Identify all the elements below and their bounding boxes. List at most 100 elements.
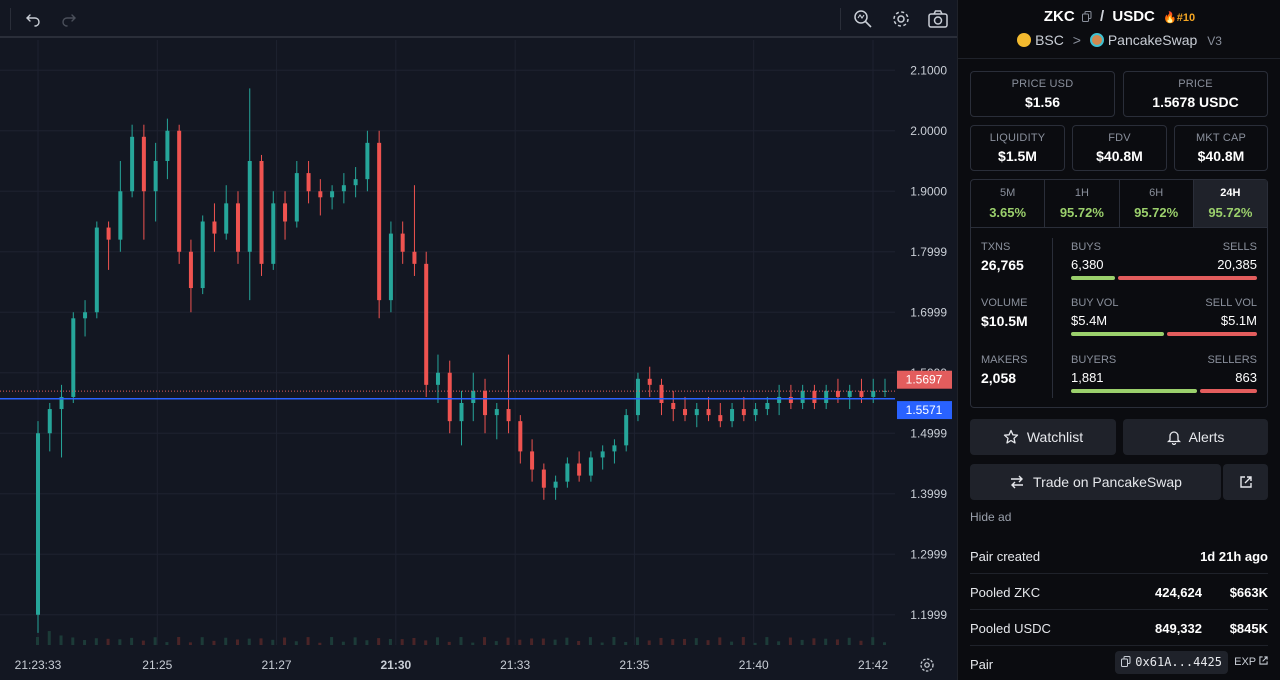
external-link-icon — [1239, 476, 1252, 488]
volume-bar — [588, 637, 592, 645]
candle-body — [224, 203, 229, 234]
tab-change: 95.72% — [1134, 205, 1179, 220]
volume-bar — [565, 637, 569, 645]
pooled-base-label: Pooled ZKC — [970, 585, 1041, 600]
price-tag-label: 1.5571 — [906, 403, 943, 417]
pooled-quote-amount: 849,332 — [1155, 621, 1202, 636]
candle-body — [812, 390, 817, 403]
candle-body — [741, 409, 746, 416]
volume-ratio-bar — [1071, 332, 1257, 336]
alerts-button[interactable]: Alerts — [1123, 419, 1268, 455]
stats-divider — [1052, 238, 1053, 398]
volume-stat: VOLUME $10.5M — [981, 297, 1051, 329]
star-icon — [1003, 429, 1019, 444]
x-tick-label: 21:23:33 — [15, 658, 62, 672]
volume-bar — [200, 637, 204, 645]
candle-body — [730, 409, 735, 422]
breadcrumb-chevron-icon: > — [1072, 32, 1081, 48]
hide-ad-link[interactable]: Hide ad — [970, 510, 1011, 524]
sell-vol-bar — [1167, 332, 1257, 336]
undo-icon[interactable] — [22, 8, 44, 30]
copy-icon[interactable] — [1081, 9, 1092, 26]
buys-bar — [1071, 276, 1115, 280]
tab-5m[interactable]: 5M 3.65% — [971, 180, 1046, 227]
txns-stat: TXNS 26,765 — [981, 241, 1051, 273]
y-tick-label: 1.3999 — [910, 487, 947, 501]
candle-body — [718, 415, 723, 422]
volume-bar — [483, 637, 487, 645]
volume-bar — [224, 637, 228, 645]
pair-info-panel: ZKC / USDC 🔥#10 BSC > PancakeSwap V3 PRI… — [957, 0, 1280, 680]
liquidity-card: LIQUIDITY $1.5M — [970, 125, 1065, 171]
candle-body — [824, 390, 829, 403]
alerts-label: Alerts — [1188, 429, 1225, 445]
volume-bar — [165, 642, 169, 645]
candle-body — [353, 179, 358, 186]
candle-body — [471, 390, 476, 403]
indicator-search-icon[interactable] — [852, 8, 874, 30]
tab-6h[interactable]: 6H 95.72% — [1120, 180, 1194, 227]
candle-body — [847, 390, 852, 397]
explorer-link[interactable]: EXP — [1234, 656, 1268, 668]
open-external-button[interactable] — [1223, 464, 1268, 500]
makers-value: 2,058 — [981, 370, 1017, 386]
x-tick-label: 21:27 — [262, 658, 292, 672]
volume-bar — [59, 635, 63, 645]
pair-address: 0x61A...4425 — [1135, 655, 1222, 669]
liquidity-value: $1.5M — [998, 148, 1037, 164]
gear-icon[interactable] — [890, 8, 912, 30]
volume-bar — [388, 638, 392, 645]
price-native-value: 1.5678 USDC — [1152, 94, 1239, 110]
pair-created-value: 1d 21h ago — [1200, 549, 1268, 564]
redo-icon[interactable] — [58, 8, 80, 30]
candle-body — [518, 421, 523, 452]
candle-body — [94, 227, 99, 313]
tab-24h[interactable]: 24H 95.72% — [1193, 180, 1267, 227]
chain-link[interactable]: BSC — [1035, 32, 1064, 48]
pooled-base-usd: $663K — [1229, 585, 1268, 600]
candle-body — [624, 415, 629, 446]
volume-bar — [671, 639, 675, 645]
external-link-icon — [1259, 656, 1268, 665]
buyers-value: 1,881 — [1071, 370, 1104, 385]
candlestick-chart[interactable]: 2.10002.00001.90001.79991.69991.59991.49… — [0, 40, 957, 680]
dex-link[interactable]: PancakeSwap — [1108, 32, 1198, 48]
candle-body — [424, 263, 429, 385]
volume-bar — [306, 637, 310, 645]
volume-bar — [788, 637, 792, 645]
x-tick-label: 21:35 — [619, 658, 649, 672]
buy-vol-label: BUY VOL — [1071, 297, 1119, 309]
pair-created-label: Pair created — [970, 549, 1041, 564]
volume-bar — [518, 639, 522, 645]
volume-bar — [471, 642, 475, 645]
camera-icon[interactable] — [927, 8, 949, 30]
y-tick-label: 1.9000 — [910, 184, 947, 198]
tab-1h[interactable]: 1H 95.72% — [1045, 180, 1120, 227]
watchlist-button[interactable]: Watchlist — [970, 419, 1116, 455]
candle-body — [494, 409, 499, 416]
volume-bar — [824, 638, 828, 645]
volume-bar — [541, 638, 545, 645]
chart-pane[interactable]: 2.10002.00001.90001.79991.69991.59991.49… — [0, 0, 957, 680]
volume-bar — [330, 637, 334, 645]
volume-bar — [130, 637, 134, 645]
volume-bar — [706, 640, 710, 645]
volume-bar — [377, 638, 381, 645]
trade-button[interactable]: Trade on PancakeSwap — [970, 464, 1221, 500]
quote-symbol: USDC — [1112, 8, 1155, 25]
trending-rank-badge[interactable]: 🔥#10 — [1163, 12, 1195, 24]
candle-body — [365, 142, 370, 180]
volume-value: $10.5M — [981, 313, 1028, 329]
volume-bar — [800, 639, 804, 645]
candle-body — [659, 384, 664, 403]
market-cap-card: MKT CAP $40.8M — [1174, 125, 1268, 171]
sellers-label: SELLERS — [1207, 354, 1257, 366]
pair-address-copy[interactable]: 0x61A...4425 — [1115, 651, 1228, 674]
candle-body — [435, 372, 440, 385]
volume-bar — [659, 637, 663, 645]
candle-body — [412, 251, 417, 264]
buyers-sellers-stat: BUYERS SELLERS 1,881 863 — [1071, 354, 1257, 400]
candle-body — [400, 233, 405, 252]
volume-bar — [294, 641, 298, 645]
pair-separator: / — [1100, 8, 1105, 25]
